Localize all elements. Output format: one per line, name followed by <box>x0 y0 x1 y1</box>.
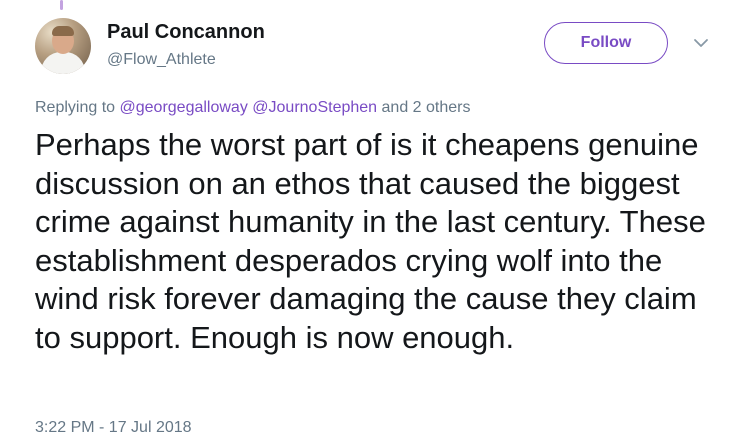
thread-connector-line <box>60 0 63 10</box>
mention-link-georgegalloway[interactable]: @georgegalloway <box>120 99 248 116</box>
replying-to-line: Replying to @georgegalloway @JournoSteph… <box>35 99 470 117</box>
author-handle[interactable]: @Flow_Athlete <box>107 51 216 69</box>
avatar-hair <box>52 26 74 36</box>
tweet-timestamp[interactable]: 3:22 PM - 17 Jul 2018 <box>35 419 192 437</box>
avatar-shirt <box>41 52 85 74</box>
chevron-down-icon[interactable] <box>692 34 710 52</box>
author-display-name[interactable]: Paul Concannon <box>107 21 265 44</box>
follow-button[interactable]: Follow <box>544 22 668 64</box>
replying-to-others[interactable]: and 2 others <box>382 99 471 116</box>
tweet-text: Perhaps the worst part of is it cheapens… <box>35 127 706 355</box>
replying-to-prefix: Replying to <box>35 99 116 116</box>
mention-link-journostephen[interactable]: @JournoStephen <box>252 99 377 116</box>
avatar[interactable] <box>35 18 91 74</box>
